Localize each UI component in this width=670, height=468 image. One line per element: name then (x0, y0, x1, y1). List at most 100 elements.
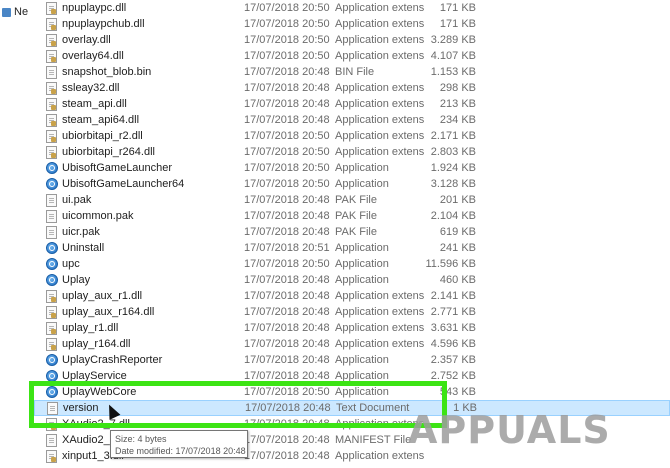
file-date: 17/07/2018 20:51 (244, 242, 330, 254)
file-row[interactable]: snapshot_blob.bin 17/07/2018 20:48 BIN Fil… (34, 64, 670, 80)
watermark: APPUALS (408, 408, 611, 452)
file-date: 17/07/2018 20:48 (244, 194, 330, 206)
dll-file-icon (46, 113, 57, 127)
file-tooltip: Size: 4 bytes Date modified: 17/07/2018 … (110, 430, 248, 458)
file-size: 298 KB (439, 82, 476, 94)
file-row[interactable]: UplayCrashReporter 17/07/2018 20:48 Applic… (34, 352, 670, 368)
file-name: uplay_aux_r164.dll (62, 306, 155, 318)
file-size: 234 KB (439, 114, 476, 126)
file-size: 460 KB (439, 274, 476, 286)
file-type: PAK File (335, 194, 377, 206)
file-row[interactable]: UbisoftGameLauncher64 17/07/2018 20:50 App… (34, 176, 670, 192)
file-name: overlay.dll (62, 34, 111, 46)
file-row[interactable]: npuplaypc.dll 17/07/2018 20:50 Application… (34, 0, 670, 16)
file-name: snapshot_blob.bin (62, 66, 152, 78)
dll-file-icon (46, 337, 57, 351)
file-row[interactable]: uplay_r164.dll 17/07/2018 20:48 Applicatio… (34, 336, 670, 352)
nav-item-network[interactable]: Ne (2, 6, 28, 18)
tooltip-size: Size: 4 bytes (115, 434, 167, 444)
file-row[interactable]: Uninstall 17/07/2018 20:51 Application 241 … (34, 240, 670, 256)
app-icon (46, 258, 58, 270)
app-icon (46, 162, 58, 174)
file-size: 619 KB (439, 226, 476, 238)
highlight-box (29, 381, 447, 428)
file-row[interactable]: uplay_aux_r1.dll 17/07/2018 20:48 Applicat… (34, 288, 670, 304)
file-date: 17/07/2018 20:50 (244, 130, 330, 142)
dll-file-icon (46, 97, 57, 111)
file-row[interactable]: ubiorbitapi_r2.dll 17/07/2018 20:50 Applic… (34, 128, 670, 144)
dll-file-icon (46, 33, 57, 47)
dll-file-icon (46, 305, 57, 319)
file-date: 17/07/2018 20:50 (244, 258, 330, 270)
file-date: 17/07/2018 20:50 (244, 162, 330, 174)
dll-file-icon (46, 49, 57, 63)
file-size: 3.289 KB (430, 34, 476, 46)
dll-file-icon (46, 145, 57, 159)
file-date: 17/07/2018 20:50 (244, 146, 330, 158)
dll-file-icon (46, 17, 57, 31)
file-name: Uninstall (62, 242, 105, 254)
file-name: overlay64.dll (62, 50, 124, 62)
app-icon (46, 178, 58, 190)
file-date: 17/07/2018 20:48 (244, 338, 330, 350)
file-type: PAK File (335, 226, 377, 238)
file-size: 201 KB (439, 194, 476, 206)
file-size: 2.141 KB (430, 290, 476, 302)
dll-file-icon (46, 129, 57, 143)
tooltip-date: Date modified: 17/07/2018 20:48 (115, 446, 246, 456)
file-size: 2.771 KB (430, 306, 476, 318)
file-size: 213 KB (439, 98, 476, 110)
app-icon (46, 242, 58, 254)
file-date: 17/07/2018 20:50 (244, 18, 330, 30)
file-name: ubiorbitapi_r2.dll (62, 130, 143, 142)
file-row[interactable]: UbisoftGameLauncher 17/07/2018 20:50 Appli… (34, 160, 670, 176)
file-icon (46, 65, 57, 79)
file-row[interactable]: ubiorbitapi_r264.dll 17/07/2018 20:50 Appl… (34, 144, 670, 160)
file-date: 17/07/2018 20:48 (244, 290, 330, 302)
app-icon (46, 274, 58, 286)
file-row[interactable]: steam_api64.dll 17/07/2018 20:48 Applicati… (34, 112, 670, 128)
file-size: 4.596 KB (430, 338, 476, 350)
file-name: uplay_r164.dll (62, 338, 131, 350)
dll-file-icon (46, 81, 57, 95)
app-icon (46, 354, 58, 366)
file-row[interactable]: uicr.pak 17/07/2018 20:48 PAK File 619 KB (34, 224, 670, 240)
file-name: ubiorbitapi_r264.dll (62, 146, 155, 158)
file-name: ui.pak (62, 194, 92, 206)
file-size: 3.128 KB (430, 178, 476, 190)
file-size: 2.104 KB (430, 210, 476, 222)
file-size: 4.107 KB (430, 50, 476, 62)
file-size: 171 KB (439, 2, 476, 14)
file-date: 17/07/2018 20:48 (244, 98, 330, 110)
dll-file-icon (46, 1, 57, 15)
file-date: 17/07/2018 20:48 (244, 354, 330, 366)
file-size: 2.803 KB (430, 146, 476, 158)
file-row[interactable]: npuplaypchub.dll 17/07/2018 20:50 Applicat… (34, 16, 670, 32)
file-row[interactable]: upc 17/07/2018 20:50 Application 11.596 KB (34, 256, 670, 272)
file-date: 17/07/2018 20:48 (244, 66, 330, 78)
file-size: 2.171 KB (430, 130, 476, 142)
file-row[interactable]: uplay_r1.dll 17/07/2018 20:48 Application … (34, 320, 670, 336)
file-row[interactable]: ui.pak 17/07/2018 20:48 PAK File 201 KB (34, 192, 670, 208)
file-row[interactable]: uplay_aux_r164.dll 17/07/2018 20:48 Applic… (34, 304, 670, 320)
file-date: 17/07/2018 20:48 (244, 226, 330, 238)
file-date: 17/07/2018 20:48 (244, 450, 330, 462)
nav-item-label: Ne (14, 6, 29, 18)
file-date: 17/07/2018 20:48 (244, 322, 330, 334)
file-date: 17/07/2018 20:48 (244, 114, 330, 126)
file-date: 17/07/2018 20:50 (244, 50, 330, 62)
file-row[interactable]: overlay.dll 17/07/2018 20:50 Application e… (34, 32, 670, 48)
file-row[interactable]: uicommon.pak 17/07/2018 20:48 PAK File 2.10… (34, 208, 670, 224)
file-name: uplay_aux_r1.dll (62, 290, 143, 302)
file-name: uplay_r1.dll (62, 322, 119, 334)
file-icon (46, 209, 57, 223)
file-name: steam_api64.dll (62, 114, 140, 126)
file-row[interactable]: ssleay32.dll 17/07/2018 20:48 Application … (34, 80, 670, 96)
file-row[interactable]: steam_api.dll 17/07/2018 20:48 Application… (34, 96, 670, 112)
file-row[interactable]: overlay64.dll 17/07/2018 20:50 Application… (34, 48, 670, 64)
file-icon (46, 225, 57, 239)
file-size: 2.357 KB (430, 354, 476, 366)
file-size: 241 KB (439, 242, 476, 254)
file-name: UbisoftGameLauncher (62, 162, 173, 174)
file-row[interactable]: Uplay 17/07/2018 20:48 Application 460 KB (34, 272, 670, 288)
